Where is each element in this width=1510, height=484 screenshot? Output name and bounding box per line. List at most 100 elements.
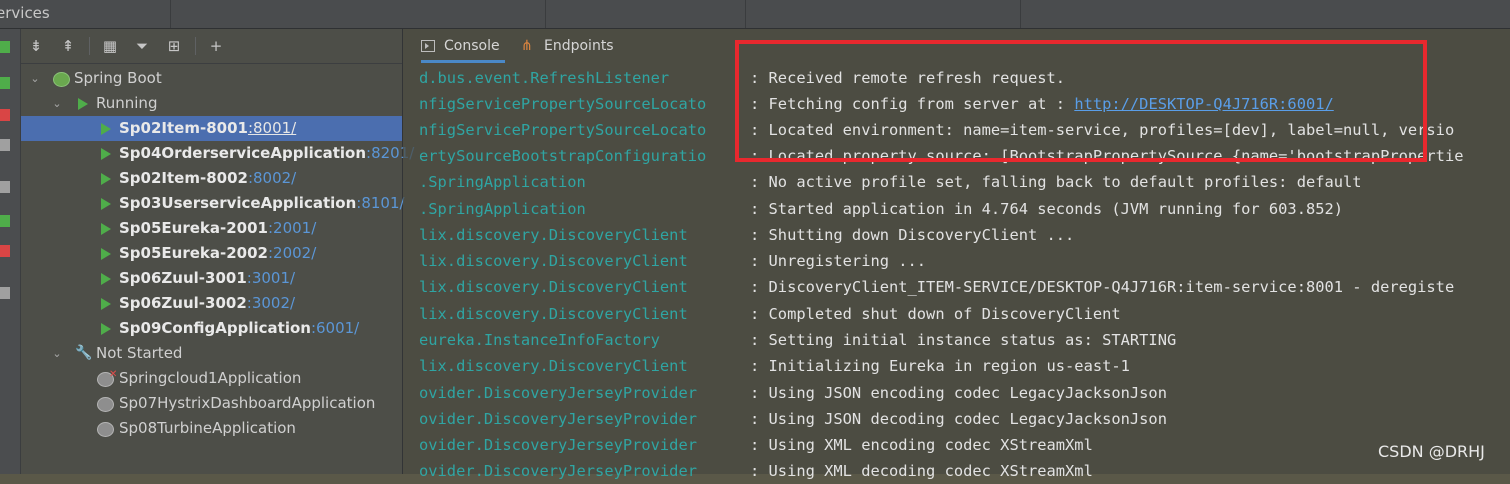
service-item[interactable]: Sp04OrderserviceApplication:8201/ xyxy=(21,141,414,166)
log-message: : Initializing Eureka in region us-east-… xyxy=(750,357,1130,375)
service-name: Sp05Eureka-2001 xyxy=(119,219,268,237)
service-name: Sp04OrderserviceApplication xyxy=(119,144,367,162)
logger-name: ovider.DiscoveryJerseyProvider xyxy=(419,384,697,402)
service-port-link[interactable]: :2001/ xyxy=(268,219,316,237)
service-port-link[interactable]: :3002/ xyxy=(247,294,295,312)
console-icon xyxy=(421,40,435,52)
chevron-down-icon[interactable]: ⌄ xyxy=(29,66,41,91)
tab-console[interactable]: Console xyxy=(421,29,505,63)
log-message: : Located property source: [BootstrapPro… xyxy=(750,147,1464,165)
logger-name: nfigServicePropertySourceLocato xyxy=(419,121,707,139)
tree-node-running[interactable]: ⌄ Running xyxy=(21,91,402,116)
expand-all-icon[interactable]: ⇟ xyxy=(27,37,45,55)
endpoints-icon: ⋔ xyxy=(521,38,533,54)
restore-icon[interactable] xyxy=(0,215,10,227)
log-line: .SpringApplication : No active profile s… xyxy=(403,169,1510,195)
window-title: ervices xyxy=(0,4,50,22)
log-line: lix.discovery.DiscoveryClient : Unregist… xyxy=(403,248,1510,274)
console-tabs: Console ⋔ Endpoints xyxy=(403,29,1510,63)
left-action-strip xyxy=(0,29,21,474)
stop-icon[interactable] xyxy=(0,109,10,121)
log-message: : Using JSON decoding codec LegacyJackso… xyxy=(750,410,1167,428)
spring-boot-icon xyxy=(53,72,70,87)
tab-endpoints[interactable]: ⋔ Endpoints xyxy=(521,29,617,63)
title-divider xyxy=(745,0,746,28)
log-line: ovider.DiscoveryJerseyProvider : Using X… xyxy=(403,458,1510,484)
layout-icon[interactable] xyxy=(0,287,10,299)
tree-node-spring-boot[interactable]: ⌄ Spring Boot xyxy=(21,66,402,91)
group-by-icon[interactable]: ▦ xyxy=(101,37,119,55)
running-icon xyxy=(101,223,111,235)
service-item[interactable]: Sp02Item-8002:8002/ xyxy=(21,166,402,191)
log-message: : Started application in 4.764 seconds (… xyxy=(750,200,1344,218)
log-line: ertySourceBootstrapConfiguratio : Locate… xyxy=(403,143,1510,169)
camera-icon[interactable] xyxy=(0,181,10,193)
service-item[interactable]: ✕ Springcloud1Application xyxy=(21,366,402,391)
chevron-down-icon[interactable]: ⌄ xyxy=(51,91,63,116)
toolbar-separator xyxy=(89,37,90,55)
log-line: ovider.DiscoveryJerseyProvider : Using X… xyxy=(403,432,1510,458)
new-group-icon[interactable]: ⊞ xyxy=(165,37,183,55)
service-item[interactable]: Sp09ConfigApplication:6001/ xyxy=(21,316,402,341)
logger-name: ovider.DiscoveryJerseyProvider xyxy=(419,436,697,454)
tool-window-title-bar: ervices xyxy=(0,0,1510,29)
log-line: lix.discovery.DiscoveryClient : Complete… xyxy=(403,301,1510,327)
service-name: Sp08TurbineApplication xyxy=(119,419,296,437)
chevron-down-icon[interactable]: ⌄ xyxy=(51,341,63,366)
service-item[interactable]: Sp05Eureka-2002:2002/ xyxy=(21,241,402,266)
tree-node-label: Spring Boot xyxy=(74,69,162,87)
service-item[interactable]: Sp03UserserviceApplication:8101/ xyxy=(21,191,405,216)
exit-icon[interactable] xyxy=(0,245,10,257)
log-message: : Using XML encoding codec XStreamXml xyxy=(750,436,1093,454)
filter-icon[interactable]: ⏷ xyxy=(133,37,151,55)
settings-icon[interactable] xyxy=(0,139,10,151)
service-name: Sp02Item-8002 xyxy=(119,169,248,187)
title-divider xyxy=(1020,0,1021,28)
spring-boot-icon xyxy=(97,422,114,437)
toolbar-separator xyxy=(195,37,196,55)
log-line: eureka.InstanceInfoFactory : Setting ini… xyxy=(403,327,1510,353)
service-item[interactable]: Sp05Eureka-2001:2001/ xyxy=(21,216,402,241)
title-divider xyxy=(170,0,171,28)
service-port-link[interactable]: :8002/ xyxy=(248,169,296,187)
title-divider xyxy=(545,0,546,28)
running-icon xyxy=(101,198,111,210)
running-icon xyxy=(101,173,111,185)
service-port-link[interactable]: :3001/ xyxy=(247,269,295,287)
run-icon[interactable] xyxy=(0,77,10,89)
service-port-link[interactable]: :6001/ xyxy=(311,319,359,337)
tree-node-not-started[interactable]: ⌄ 🔧 Not Started xyxy=(21,341,402,366)
log-line: lix.discovery.DiscoveryClient : Shutting… xyxy=(403,222,1510,248)
log-message: : Using JSON encoding codec LegacyJackso… xyxy=(750,384,1167,402)
service-port-link[interactable]: :8001/ xyxy=(248,119,296,137)
log-line: nfigServicePropertySourceLocato : Locate… xyxy=(403,117,1510,143)
rerun-icon[interactable] xyxy=(0,41,10,53)
service-name: Sp09ConfigApplication xyxy=(119,319,311,337)
service-port-link[interactable]: :2002/ xyxy=(268,244,316,262)
console-panel: Console ⋔ Endpoints d.bus.event.RefreshL… xyxy=(403,29,1510,480)
logger-name: lix.discovery.DiscoveryClient xyxy=(419,226,688,244)
log-message: : Unregistering ... xyxy=(750,252,927,270)
log-line: d.bus.event.RefreshListener : Received r… xyxy=(403,65,1510,91)
collapse-all-icon[interactable]: ⇞ xyxy=(59,37,77,55)
service-name: Sp06Zuul-3002 xyxy=(119,294,247,312)
log-message: : Received remote refresh request. xyxy=(750,69,1066,87)
add-service-icon[interactable]: + xyxy=(207,37,225,55)
service-item[interactable]: Sp02Item-8001:8001/ xyxy=(21,116,402,141)
config-server-link[interactable]: http://DESKTOP-Q4J716R:6001/ xyxy=(1074,95,1333,113)
log-message: : Completed shut down of DiscoveryClient xyxy=(750,305,1121,323)
service-item[interactable]: Sp08TurbineApplication xyxy=(21,416,402,441)
service-item[interactable]: Sp06Zuul-3002:3002/ xyxy=(21,291,402,316)
log-line: lix.discovery.DiscoveryClient : Discover… xyxy=(403,274,1510,300)
service-name: Springcloud1Application xyxy=(119,369,302,387)
service-name: Sp05Eureka-2002 xyxy=(119,244,268,262)
wrench-icon: 🔧 xyxy=(75,345,93,361)
log-line: ovider.DiscoveryJerseyProvider : Using J… xyxy=(403,380,1510,406)
logger-name: .SpringApplication xyxy=(419,173,586,191)
log-line: .SpringApplication : Started application… xyxy=(403,196,1510,222)
service-item[interactable]: Sp06Zuul-3001:3001/ xyxy=(21,266,402,291)
service-port-link[interactable]: :8101/ xyxy=(356,194,404,212)
log-line: lix.discovery.DiscoveryClient : Initiali… xyxy=(403,353,1510,379)
service-item[interactable]: Sp07HystrixDashboardApplication xyxy=(21,391,402,416)
tab-label: Console xyxy=(444,38,500,54)
